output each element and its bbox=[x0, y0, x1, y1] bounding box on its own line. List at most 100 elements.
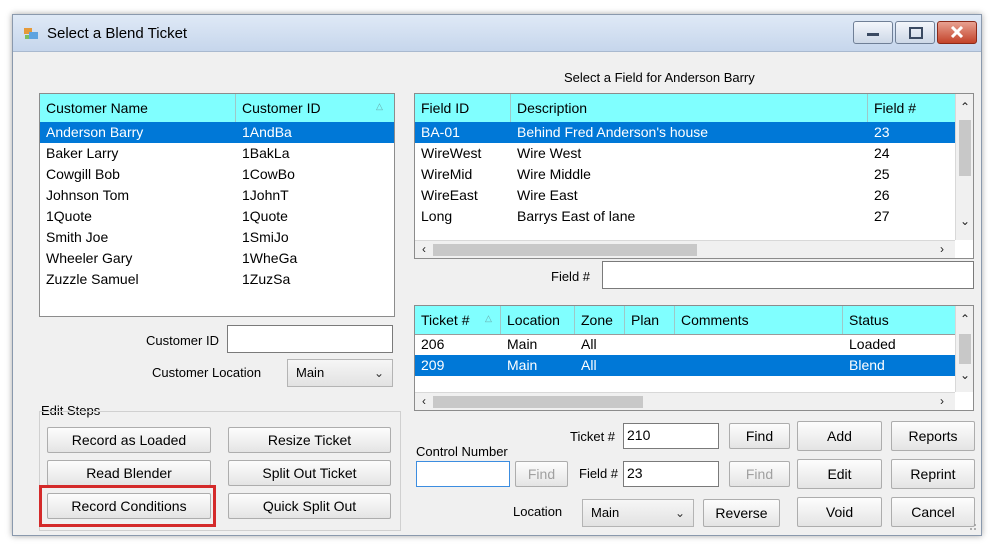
hscroll-thumb[interactable] bbox=[433, 396, 643, 408]
col-field-number[interactable]: Field # bbox=[868, 94, 955, 122]
customer-row[interactable]: Zuzzle Samuel 1ZuzSa bbox=[40, 269, 394, 290]
sort-indicator-icon: △ bbox=[376, 101, 383, 111]
location-select[interactable]: Main ⌄ bbox=[582, 499, 694, 527]
customer-id-input[interactable] bbox=[227, 325, 393, 353]
close-icon bbox=[950, 26, 964, 38]
reports-button[interactable]: Reports bbox=[891, 421, 975, 451]
reprint-button[interactable]: Reprint bbox=[891, 459, 975, 489]
field-row-cell: WireMid bbox=[421, 166, 473, 182]
customer-row-cell: Baker Larry bbox=[46, 145, 119, 161]
ticket-grid[interactable]: Ticket # △ Location Zone Plan Comments S… bbox=[414, 305, 974, 411]
field-row-cell: Behind Fred Anderson's house bbox=[517, 124, 709, 140]
field-row[interactable]: WireEast Wire East 26 bbox=[415, 185, 955, 206]
record-as-loaded-button[interactable]: Record as Loaded bbox=[47, 427, 211, 453]
scroll-right-icon[interactable]: › bbox=[935, 242, 949, 256]
scroll-up-icon[interactable]: ⌃ bbox=[958, 312, 972, 326]
ticket-row-cell: Main bbox=[507, 336, 538, 352]
ticket-grid-vscroll[interactable]: ⌃ ⌄ bbox=[955, 306, 973, 392]
col-location[interactable]: Location bbox=[501, 306, 575, 334]
ticket-row-cell: Main bbox=[507, 357, 538, 373]
field-row[interactable]: WireWest Wire West 24 bbox=[415, 143, 955, 164]
customer-row[interactable]: 1Quote 1Quote bbox=[40, 206, 394, 227]
split-out-ticket-button[interactable]: Split Out Ticket bbox=[228, 460, 391, 486]
field-grid-hscroll[interactable]: ‹ › bbox=[415, 240, 955, 258]
customer-row[interactable]: Johnson Tom 1JohnT bbox=[40, 185, 394, 206]
add-button[interactable]: Add bbox=[797, 421, 882, 451]
field-row-cell: Barrys East of lane bbox=[517, 208, 636, 224]
ticket-find-button[interactable]: Find bbox=[729, 423, 790, 449]
customer-row-cell: 1JohnT bbox=[242, 187, 289, 203]
customer-row-cell: 1AndBa bbox=[242, 124, 292, 140]
col-field-id[interactable]: Field ID bbox=[415, 94, 511, 122]
field-row-cell: Wire Middle bbox=[517, 166, 591, 182]
customer-row[interactable]: Cowgill Bob 1CowBo bbox=[40, 164, 394, 185]
field-grid[interactable]: Field ID Description Field # BA-01 Behind… bbox=[414, 93, 974, 259]
customer-grid[interactable]: Customer Name Customer ID △ Anderson Bar… bbox=[39, 93, 395, 317]
title-bar: Select a Blend Ticket bbox=[13, 15, 981, 52]
customer-location-select[interactable]: Main ⌄ bbox=[287, 359, 393, 387]
field-grid-header: Field ID Description Field # bbox=[415, 94, 955, 123]
ticket-row[interactable]: 209 Main All Blend bbox=[415, 355, 955, 376]
hscroll-thumb[interactable] bbox=[433, 244, 697, 256]
customer-row[interactable]: Anderson Barry 1AndBa bbox=[40, 122, 394, 143]
ticket-row-cell: All bbox=[581, 357, 597, 373]
read-blender-button[interactable]: Read Blender bbox=[47, 460, 211, 486]
field-find-button[interactable]: Find bbox=[729, 461, 790, 487]
field-filter-input[interactable] bbox=[602, 261, 974, 289]
field-row-cell: BA-01 bbox=[421, 124, 460, 140]
quick-split-out-button[interactable]: Quick Split Out bbox=[228, 493, 391, 519]
customer-row-cell: Wheeler Gary bbox=[46, 250, 133, 266]
scroll-right-icon[interactable]: › bbox=[935, 394, 949, 408]
minimize-button[interactable] bbox=[853, 21, 893, 44]
col-description[interactable]: Description bbox=[511, 94, 868, 122]
ticket-row-cell: All bbox=[581, 336, 597, 352]
col-customer-name[interactable]: Customer Name bbox=[40, 94, 236, 122]
close-button[interactable] bbox=[937, 21, 977, 44]
col-customer-id[interactable]: Customer ID △ bbox=[236, 94, 394, 122]
customer-row-cell: 1BakLa bbox=[242, 145, 290, 161]
scroll-left-icon[interactable]: ‹ bbox=[417, 394, 431, 408]
ticket-search-input[interactable]: 210 bbox=[623, 423, 719, 449]
col-zone[interactable]: Zone bbox=[575, 306, 625, 334]
reverse-button[interactable]: Reverse bbox=[703, 499, 780, 527]
field-row-cell: Wire East bbox=[517, 187, 578, 203]
ticket-row-cell: 209 bbox=[421, 357, 445, 373]
resize-grip-icon[interactable] bbox=[967, 521, 977, 531]
control-number-find-button[interactable]: Find bbox=[515, 461, 568, 487]
field-row[interactable]: Long Barrys East of lane 27 bbox=[415, 206, 955, 227]
col-status[interactable]: Status bbox=[843, 306, 955, 334]
field-row-cell: WireWest bbox=[421, 145, 482, 161]
field-search-input[interactable]: 23 bbox=[623, 461, 719, 487]
field-row[interactable]: BA-01 Behind Fred Anderson's house 23 bbox=[415, 122, 955, 143]
field-grid-vscroll[interactable]: ⌃ ⌄ bbox=[955, 94, 973, 240]
col-comments[interactable]: Comments bbox=[675, 306, 843, 334]
scroll-left-icon[interactable]: ‹ bbox=[417, 242, 431, 256]
field-row[interactable]: WireMid Wire Middle 25 bbox=[415, 164, 955, 185]
control-number-input[interactable] bbox=[416, 461, 510, 487]
void-button[interactable]: Void bbox=[797, 497, 882, 527]
customer-row[interactable]: Baker Larry 1BakLa bbox=[40, 143, 394, 164]
field-search-label: Field # bbox=[579, 466, 619, 481]
customer-row-cell: 1WheGa bbox=[242, 250, 298, 266]
vscroll-thumb[interactable] bbox=[959, 120, 971, 176]
col-plan[interactable]: Plan bbox=[625, 306, 675, 334]
field-row-cell: 27 bbox=[874, 208, 890, 224]
scroll-up-icon[interactable]: ⌃ bbox=[958, 100, 972, 114]
col-ticket-number[interactable]: Ticket # △ bbox=[415, 306, 501, 334]
location-label: Location bbox=[513, 504, 563, 519]
customer-row-cell: 1CowBo bbox=[242, 166, 295, 182]
ticket-grid-hscroll[interactable]: ‹ › bbox=[415, 392, 955, 410]
customer-row[interactable]: Wheeler Gary 1WheGa bbox=[40, 248, 394, 269]
resize-ticket-button[interactable]: Resize Ticket bbox=[228, 427, 391, 453]
highlight-box bbox=[39, 485, 216, 527]
edit-button[interactable]: Edit bbox=[797, 459, 882, 489]
field-filter-label: Field # bbox=[551, 269, 591, 284]
ticket-row-cell: Blend bbox=[849, 357, 885, 373]
cancel-button[interactable]: Cancel bbox=[891, 497, 975, 527]
scroll-down-icon[interactable]: ⌄ bbox=[958, 214, 972, 228]
scroll-down-icon[interactable]: ⌄ bbox=[958, 368, 972, 382]
vscroll-thumb[interactable] bbox=[959, 334, 971, 364]
ticket-row[interactable]: 206 Main All Loaded bbox=[415, 334, 955, 355]
customer-row[interactable]: Smith Joe 1SmiJo bbox=[40, 227, 394, 248]
maximize-button[interactable] bbox=[895, 21, 935, 44]
